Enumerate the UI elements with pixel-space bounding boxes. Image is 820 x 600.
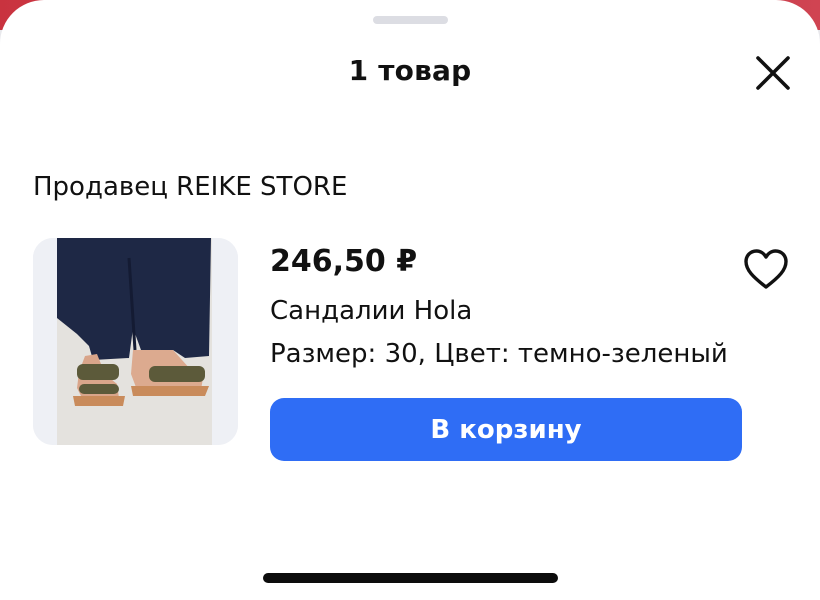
add-to-cart-button[interactable]: В корзину [270,398,742,461]
product-image[interactable] [33,238,238,445]
sandals-photo [33,238,238,445]
close-icon [756,56,790,90]
sheet-title: 1 товар [348,54,472,87]
favorite-button[interactable] [741,246,791,294]
product-name[interactable]: Сандалии Hola [270,296,472,326]
product-attributes: Размер: 30, Цвет: темно-зеленый [270,339,728,369]
product-price: 246,50 ₽ [270,244,418,279]
close-button[interactable] [747,47,799,99]
seller-label: Продавец REIKE STORE [33,172,348,202]
home-indicator [263,573,558,583]
heart-icon [744,249,788,289]
bottom-sheet: 1 товар Продавец REIKE STORE 246,50 ₽ Са… [0,0,820,600]
sheet-grabber[interactable] [373,16,448,24]
